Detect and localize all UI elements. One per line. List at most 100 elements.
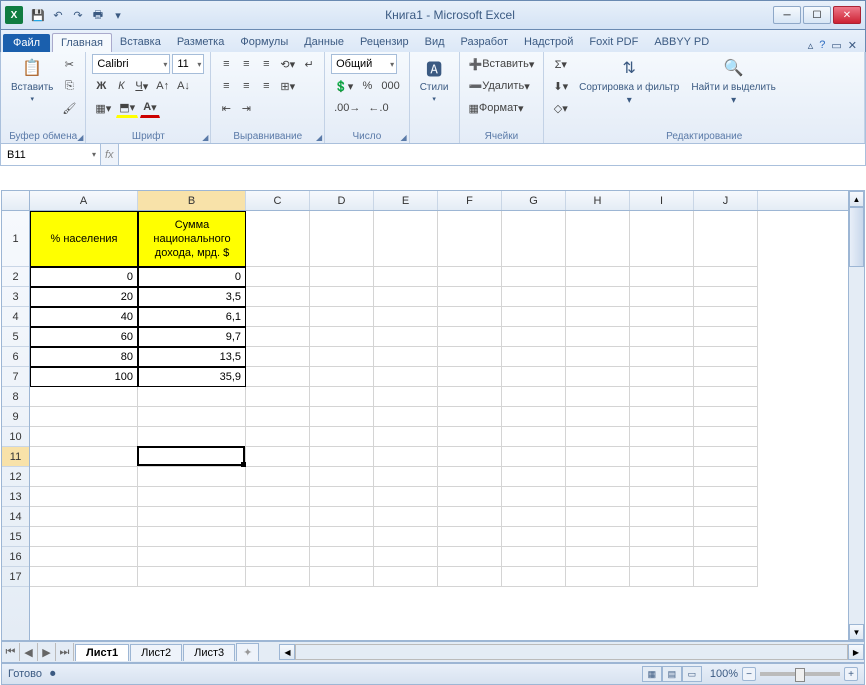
cell-G11[interactable]: [502, 447, 566, 467]
font-color-icon[interactable]: A▾: [140, 98, 159, 118]
percent-icon[interactable]: %: [358, 76, 376, 96]
cell-F9[interactable]: [438, 407, 502, 427]
row-header-10[interactable]: 10: [2, 427, 29, 447]
cell-C8[interactable]: [246, 387, 310, 407]
save-icon[interactable]: 💾: [29, 6, 47, 24]
normal-view-icon[interactable]: ▦: [642, 666, 662, 682]
cell-J16[interactable]: [694, 547, 758, 567]
wrap-text-icon[interactable]: ↵: [300, 54, 318, 74]
row-header-16[interactable]: 16: [2, 547, 29, 567]
cell-C2[interactable]: [246, 267, 310, 287]
zoom-out-icon[interactable]: −: [742, 667, 756, 681]
cell-D4[interactable]: [310, 307, 374, 327]
cell-H10[interactable]: [566, 427, 630, 447]
cell-A7[interactable]: 100: [30, 367, 138, 387]
cut-icon[interactable]: ✂: [59, 54, 79, 74]
cell-C12[interactable]: [246, 467, 310, 487]
cell-A14[interactable]: [30, 507, 138, 527]
cell-A1[interactable]: % населения: [30, 211, 138, 267]
format-painter-icon[interactable]: 🖌: [59, 98, 79, 118]
cell-A17[interactable]: [30, 567, 138, 587]
number-format-combo[interactable]: Общий: [331, 54, 397, 74]
cell-D3[interactable]: [310, 287, 374, 307]
cell-C6[interactable]: [246, 347, 310, 367]
horizontal-scrollbar[interactable]: ◀ ▶: [279, 644, 864, 660]
cell-F16[interactable]: [438, 547, 502, 567]
format-cells-button[interactable]: ▦ Формат ▾: [466, 98, 527, 118]
cell-C13[interactable]: [246, 487, 310, 507]
cell-D5[interactable]: [310, 327, 374, 347]
row-header-6[interactable]: 6: [2, 347, 29, 367]
sheet-last-icon[interactable]: ⏭: [56, 643, 74, 661]
row-header-5[interactable]: 5: [2, 327, 29, 347]
autosum-icon[interactable]: Σ▾: [550, 54, 571, 74]
cell-I9[interactable]: [630, 407, 694, 427]
increase-indent-icon[interactable]: ⇥: [237, 98, 255, 118]
cell-B3[interactable]: 3,5: [138, 287, 246, 307]
cells-area[interactable]: % населенияСумма национального дохода, м…: [30, 211, 864, 640]
cell-I10[interactable]: [630, 427, 694, 447]
vertical-scrollbar[interactable]: ▲ ▼: [848, 190, 865, 641]
cell-A9[interactable]: [30, 407, 138, 427]
help-icon[interactable]: ?: [819, 39, 825, 52]
tab-формулы[interactable]: Формулы: [232, 33, 296, 52]
cell-B6[interactable]: 13,5: [138, 347, 246, 367]
cell-H7[interactable]: [566, 367, 630, 387]
cell-I7[interactable]: [630, 367, 694, 387]
cell-D17[interactable]: [310, 567, 374, 587]
sheet-first-icon[interactable]: ⏮: [2, 643, 20, 661]
grow-font-icon[interactable]: A↑: [153, 76, 172, 96]
cell-H12[interactable]: [566, 467, 630, 487]
cell-E17[interactable]: [374, 567, 438, 587]
bold-button[interactable]: Ж: [92, 76, 110, 96]
cell-J4[interactable]: [694, 307, 758, 327]
cell-D2[interactable]: [310, 267, 374, 287]
cell-G7[interactable]: [502, 367, 566, 387]
cell-H5[interactable]: [566, 327, 630, 347]
clear-icon[interactable]: ◇▾: [550, 98, 571, 118]
col-header-F[interactable]: F: [438, 191, 502, 210]
delete-cells-button[interactable]: ➖ Удалить ▾: [466, 76, 533, 96]
cell-H16[interactable]: [566, 547, 630, 567]
cell-G16[interactable]: [502, 547, 566, 567]
cell-F2[interactable]: [438, 267, 502, 287]
zoom-in-icon[interactable]: +: [844, 667, 858, 681]
cell-G2[interactable]: [502, 267, 566, 287]
row-header-15[interactable]: 15: [2, 527, 29, 547]
cell-J1[interactable]: [694, 211, 758, 267]
col-header-B[interactable]: B: [138, 191, 246, 210]
macro-record-icon[interactable]: ⏺: [50, 668, 56, 681]
cell-J5[interactable]: [694, 327, 758, 347]
cell-J3[interactable]: [694, 287, 758, 307]
cell-A10[interactable]: [30, 427, 138, 447]
cell-B13[interactable]: [138, 487, 246, 507]
col-header-E[interactable]: E: [374, 191, 438, 210]
orientation-icon[interactable]: ⟲▾: [277, 54, 298, 74]
cell-J13[interactable]: [694, 487, 758, 507]
cell-D11[interactable]: [310, 447, 374, 467]
insert-cells-button[interactable]: ➕ Вставить ▾: [466, 54, 538, 74]
sheet-tab-Лист1[interactable]: Лист1: [75, 644, 129, 661]
cell-A4[interactable]: 40: [30, 307, 138, 327]
cell-J7[interactable]: [694, 367, 758, 387]
cell-H4[interactable]: [566, 307, 630, 327]
decrease-indent-icon[interactable]: ⇤: [217, 98, 235, 118]
cell-H6[interactable]: [566, 347, 630, 367]
row-header-4[interactable]: 4: [2, 307, 29, 327]
styles-button[interactable]: 🅰 Стили ▾: [416, 54, 453, 105]
sheet-tab-Лист3[interactable]: Лист3: [183, 644, 235, 661]
tab-вставка[interactable]: Вставка: [112, 33, 169, 52]
row-header-13[interactable]: 13: [2, 487, 29, 507]
tab-file[interactable]: Файл: [3, 34, 50, 52]
row-header-7[interactable]: 7: [2, 367, 29, 387]
cell-E8[interactable]: [374, 387, 438, 407]
cell-D6[interactable]: [310, 347, 374, 367]
cell-D16[interactable]: [310, 547, 374, 567]
cell-C1[interactable]: [246, 211, 310, 267]
formula-input[interactable]: [118, 144, 865, 165]
tab-разработ[interactable]: Разработ: [453, 33, 516, 52]
row-header-2[interactable]: 2: [2, 267, 29, 287]
cell-E5[interactable]: [374, 327, 438, 347]
col-header-G[interactable]: G: [502, 191, 566, 210]
row-header-9[interactable]: 9: [2, 407, 29, 427]
